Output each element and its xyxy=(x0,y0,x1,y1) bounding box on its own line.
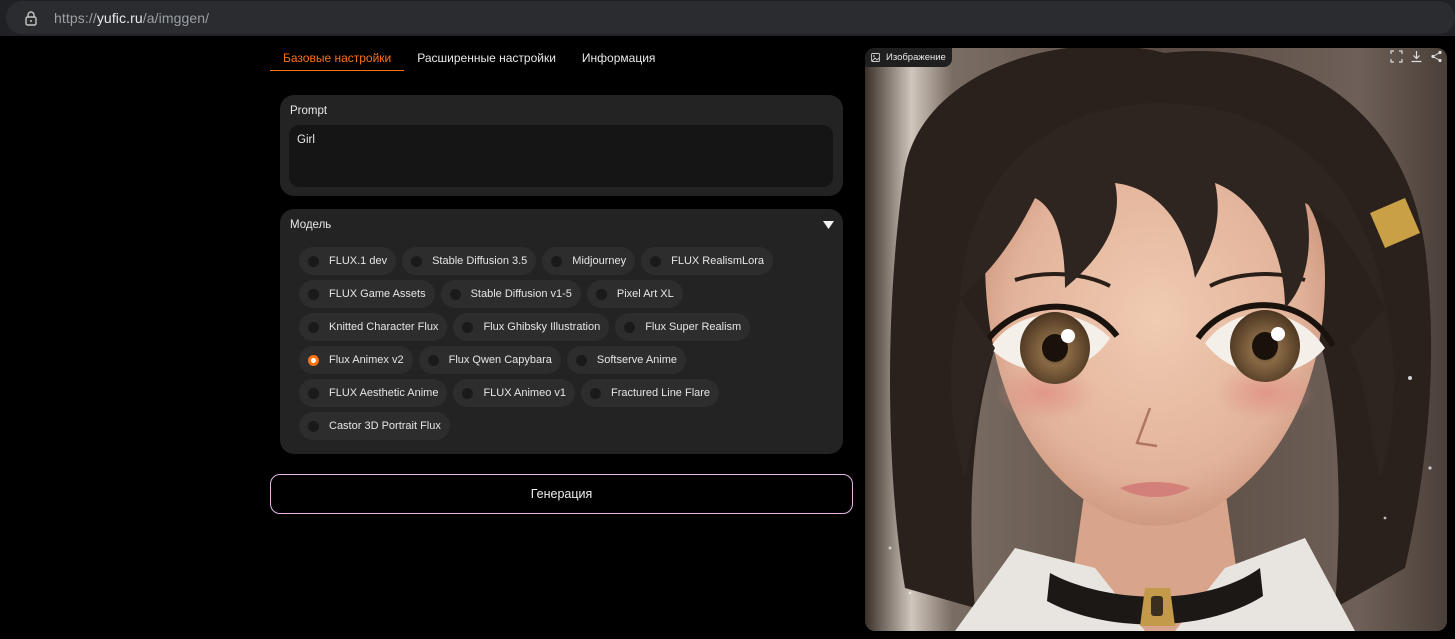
radio-dot[interactable] xyxy=(650,255,662,267)
model-radio-row: FLUX.1 dev Stable Diffusion 3.5 Midjourney… xyxy=(299,247,839,275)
model-option-label: Fractured Line Flare xyxy=(611,387,711,399)
model-option[interactable]: Flux Super Realism xyxy=(615,313,751,341)
image-actions xyxy=(1390,50,1443,63)
tab-information[interactable]: Информация xyxy=(569,44,668,71)
model-option-label: Flux Animex v2 xyxy=(329,354,404,366)
radio-dot[interactable] xyxy=(308,288,319,300)
image-label-badge: Изображение xyxy=(865,48,952,67)
model-option[interactable]: Stable Diffusion 3.5 xyxy=(402,247,537,275)
collapse-triangle-icon[interactable] xyxy=(823,220,834,230)
model-option-label: Softserve Anime xyxy=(596,354,678,366)
url-field[interactable]: https://yufic.ru/a/imggen/ xyxy=(6,1,1455,34)
tab-basic-settings[interactable]: Базовые настройки xyxy=(270,44,405,71)
model-radio-group: FLUX.1 dev Stable Diffusion 3.5 Midjourney… xyxy=(299,247,839,445)
model-option-label: FLUX Animeo v1 xyxy=(483,387,566,399)
model-option[interactable]: Fractured Line Flare xyxy=(581,379,720,407)
model-option-label: Stable Diffusion 3.5 xyxy=(432,255,528,267)
model-option-label: FLUX Game Assets xyxy=(329,288,426,300)
generate-button[interactable]: Генерация xyxy=(270,474,853,514)
url-text[interactable]: https://yufic.ru/a/imggen/ xyxy=(54,10,209,26)
model-option-label: Flux Qwen Capybara xyxy=(448,354,552,366)
model-option[interactable]: FLUX RealismLora xyxy=(641,247,774,275)
radio-dot[interactable] xyxy=(308,420,319,432)
prompt-label: Prompt xyxy=(290,105,328,117)
model-panel: Модель FLUX.1 dev Stable Diffusion 3.5 Mid… xyxy=(280,209,843,454)
radio-dot[interactable] xyxy=(411,255,423,267)
model-option[interactable]: FLUX Game Assets xyxy=(299,280,435,308)
model-option[interactable]: Flux Qwen Capybara xyxy=(418,346,561,374)
model-option[interactable]: Flux Ghibsky Illustration xyxy=(453,313,610,341)
fullscreen-icon[interactable] xyxy=(1390,50,1403,63)
model-option[interactable]: FLUX Animeo v1 xyxy=(453,379,575,407)
image-label-text: Изображение xyxy=(886,52,946,63)
model-option-label: Midjourney xyxy=(572,255,627,267)
model-label: Модель xyxy=(290,219,332,231)
output-image: Изображение xyxy=(865,48,1447,631)
model-option-label: Knitted Character Flux xyxy=(329,321,439,333)
model-radio-row: FLUX Aesthetic Anime FLUX Animeo v1 Fractu… xyxy=(299,379,839,407)
model-radio-row: Castor 3D Portrait Flux xyxy=(299,412,839,440)
model-option-label: Pixel Art XL xyxy=(616,288,674,300)
model-option-label: Flux Ghibsky Illustration xyxy=(483,321,601,333)
model-radio-row: FLUX Game Assets Stable Diffusion v1-5 Pix… xyxy=(299,280,839,308)
url-host: yufic.ru xyxy=(96,10,143,26)
radio-dot[interactable] xyxy=(427,354,439,366)
download-icon[interactable] xyxy=(1410,50,1423,63)
radio-dot[interactable] xyxy=(551,255,563,267)
radio-dot[interactable] xyxy=(462,387,474,399)
prompt-panel: Prompt xyxy=(280,95,843,196)
url-path: /a/imggen/ xyxy=(142,10,210,26)
radio-dot[interactable] xyxy=(308,255,319,267)
image-icon xyxy=(871,53,880,62)
model-option-label: Stable Diffusion v1-5 xyxy=(470,288,572,300)
prompt-input[interactable] xyxy=(289,125,833,187)
model-option[interactable]: Castor 3D Portrait Flux xyxy=(299,412,450,440)
model-option[interactable]: Flux Animex v2 xyxy=(299,346,413,374)
url-scheme: https:// xyxy=(54,10,97,26)
radio-dot[interactable] xyxy=(624,321,636,333)
model-option[interactable]: Knitted Character Flux xyxy=(299,313,448,341)
radio-dot[interactable] xyxy=(595,288,607,300)
radio-dot[interactable] xyxy=(308,354,319,366)
model-option[interactable]: Pixel Art XL xyxy=(586,280,683,308)
radio-dot[interactable] xyxy=(462,321,474,333)
tab-advanced-settings[interactable]: Расширенные настройки xyxy=(404,44,569,71)
browser-address-bar: https://yufic.ru/a/imggen/ xyxy=(0,0,1455,36)
model-option[interactable]: Softserve Anime xyxy=(566,346,687,374)
model-option[interactable]: Stable Diffusion v1-5 xyxy=(440,280,581,308)
model-option[interactable]: Midjourney xyxy=(542,247,636,275)
model-option-label: Castor 3D Portrait Flux xyxy=(329,420,441,432)
radio-dot[interactable] xyxy=(308,387,319,399)
radio-dot[interactable] xyxy=(449,288,461,300)
model-option[interactable]: FLUX.1 dev xyxy=(299,247,397,275)
model-option-label: Flux Super Realism xyxy=(645,321,742,333)
settings-tabs: Базовые настройки Расширенные настройки … xyxy=(270,44,668,72)
lock-icon[interactable] xyxy=(23,10,39,26)
radio-dot[interactable] xyxy=(590,387,601,399)
model-option-label: FLUX.1 dev xyxy=(329,255,388,267)
radio-dot[interactable] xyxy=(575,354,587,366)
anime-portrait-illustration xyxy=(865,48,1447,631)
model-radio-row: Flux Animex v2 Flux Qwen Capybara Softserv… xyxy=(299,346,839,374)
model-option[interactable]: FLUX Aesthetic Anime xyxy=(299,379,448,407)
model-option-label: FLUX Aesthetic Anime xyxy=(329,387,439,399)
share-icon[interactable] xyxy=(1430,50,1443,63)
radio-dot[interactable] xyxy=(308,321,319,333)
model-option-label: FLUX RealismLora xyxy=(671,255,765,267)
model-radio-row: Knitted Character Flux Flux Ghibsky Illus… xyxy=(299,313,839,341)
